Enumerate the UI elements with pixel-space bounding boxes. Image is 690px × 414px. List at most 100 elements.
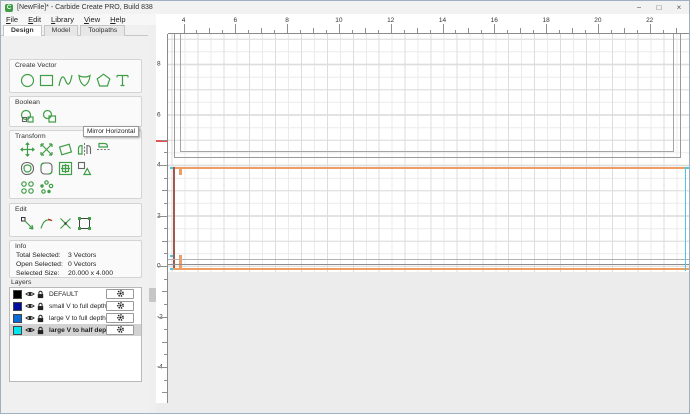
circle-tool[interactable]	[19, 72, 36, 89]
vector-cyan-tick-2[interactable]	[169, 255, 173, 257]
boolean-subtract-tool[interactable]	[41, 108, 58, 125]
menu-library[interactable]: Library	[46, 15, 79, 24]
text-tool[interactable]	[114, 72, 131, 89]
ruler-tick	[325, 30, 327, 33]
minimize-button[interactable]: −	[629, 1, 649, 14]
layer-color-swatch[interactable]	[13, 314, 22, 323]
ruler-tick	[164, 278, 167, 280]
selected-vector-bottom-edge[interactable]	[173, 267, 689, 270]
ruler-tick	[162, 291, 167, 293]
layer-row[interactable]: small V to full depth	[10, 300, 141, 312]
selected-vector-left-edge[interactable]	[173, 167, 175, 269]
layer-name[interactable]: small V to full depth	[49, 303, 107, 310]
ruler-tick	[164, 202, 167, 204]
trim-to-shape-tool[interactable]	[76, 160, 93, 177]
ruler-tick	[158, 316, 167, 318]
curve-tool[interactable]	[57, 72, 74, 89]
boolean-union-tool[interactable]	[19, 108, 36, 125]
layer-settings-button[interactable]	[106, 301, 134, 311]
info-label: Total Selected:	[16, 252, 61, 259]
freeform-shape-tool[interactable]	[76, 72, 93, 89]
tab-toolpaths[interactable]: Toolpaths	[80, 25, 126, 36]
vector-bottom-line-1[interactable]	[168, 259, 689, 260]
ruler-tick	[235, 24, 237, 33]
tab-design[interactable]: Design	[3, 25, 42, 36]
lock-icon[interactable]	[36, 290, 45, 301]
create-vector-group: Create Vector	[9, 59, 142, 93]
bounding-box-tool[interactable]	[76, 215, 93, 232]
ruler-label: 8	[157, 60, 161, 68]
mirror-horizontal-tool[interactable]	[76, 141, 93, 158]
maximize-button[interactable]: □	[649, 1, 669, 14]
menu-help[interactable]: Help	[105, 15, 130, 24]
close-button[interactable]: ×	[669, 1, 689, 14]
layer-settings-button[interactable]	[106, 289, 134, 299]
ruler-tick	[364, 28, 366, 33]
info-group: Info Total Selected: 3 Vectors Open Select…	[9, 240, 142, 278]
vector-cyan-tick-1[interactable]	[169, 167, 173, 169]
break-vector-tool[interactable]	[57, 215, 74, 232]
move-tool[interactable]	[19, 141, 36, 158]
tab-model[interactable]: Model	[43, 25, 79, 36]
fillet-tool[interactable]	[38, 160, 55, 177]
linear-array-tool[interactable]	[19, 179, 36, 196]
ruler-tick	[649, 24, 651, 33]
gear-icon	[116, 301, 125, 312]
layer-color-swatch[interactable]	[13, 302, 22, 311]
align-tool[interactable]	[57, 160, 74, 177]
trim-curve-tool[interactable]	[38, 215, 55, 232]
ruler-tick	[158, 215, 167, 217]
lock-icon[interactable]	[36, 326, 45, 337]
tab-bar: Design Model Toolpaths	[1, 25, 148, 36]
scale-tool[interactable]	[38, 141, 55, 158]
menu-view[interactable]: View	[79, 15, 105, 24]
layer-settings-button[interactable]	[106, 325, 134, 335]
edit-nodes-tool[interactable]	[19, 215, 36, 232]
layer-name[interactable]: DEFAULT	[49, 291, 78, 298]
menu-edit[interactable]: Edit	[23, 15, 46, 24]
vector-inner-border-rect[interactable]	[180, 34, 674, 152]
vector-bottom-line-2[interactable]	[168, 264, 689, 265]
ruler-tick	[403, 30, 405, 33]
vector-cyan-top-stub[interactable]	[686, 167, 689, 169]
layer-color-swatch[interactable]	[13, 290, 22, 299]
layer-row[interactable]: large V to half depth	[10, 324, 141, 336]
ruler-tick	[390, 24, 392, 33]
layer-row[interactable]: large V to full depth	[10, 312, 141, 324]
polygon-tool[interactable]	[95, 72, 112, 89]
ruler-tick	[164, 329, 167, 331]
panel-scrollbar[interactable]	[148, 25, 156, 413]
lock-icon[interactable]	[36, 314, 45, 325]
layer-name[interactable]: large V to full depth	[49, 315, 106, 322]
mirror-vertical-tool[interactable]	[95, 141, 112, 158]
lock-icon[interactable]	[36, 302, 45, 313]
panel-scrollbar-thumb[interactable]	[148, 288, 156, 302]
offset-tool[interactable]	[19, 160, 36, 177]
window-controls: − □ ×	[629, 1, 689, 14]
selected-vector-tick-top[interactable]	[179, 167, 182, 175]
ruler-tick	[209, 28, 211, 33]
vector-cyan-tick-3[interactable]	[169, 267, 173, 270]
ruler-tick	[164, 253, 167, 255]
vector-cyan-right-edge[interactable]	[684, 167, 686, 271]
ruler-tick	[164, 177, 167, 179]
transform-tools-row1	[19, 141, 112, 158]
layers-list: DEFAULT small V to full depth large V to f…	[9, 287, 142, 382]
design-canvas[interactable]	[168, 34, 689, 413]
layer-row[interactable]: DEFAULT	[10, 288, 141, 300]
eye-icon[interactable]	[25, 325, 35, 337]
rotate-tool[interactable]	[57, 141, 74, 158]
ruler-tick	[623, 28, 625, 33]
menu-file[interactable]: File	[1, 15, 23, 24]
ruler-tick	[688, 30, 689, 33]
ruler-tick	[597, 24, 599, 33]
ruler-label: 22	[646, 17, 654, 24]
layer-name[interactable]: large V to half depth	[49, 327, 112, 334]
ruler-tick	[442, 24, 444, 33]
selected-vector-top-edge[interactable]	[173, 167, 685, 169]
rectangle-tool[interactable]	[38, 72, 55, 89]
layer-color-swatch[interactable]	[13, 326, 22, 335]
layer-settings-button[interactable]	[106, 313, 134, 323]
edit-tools	[19, 215, 93, 232]
circular-array-tool[interactable]	[38, 179, 55, 196]
